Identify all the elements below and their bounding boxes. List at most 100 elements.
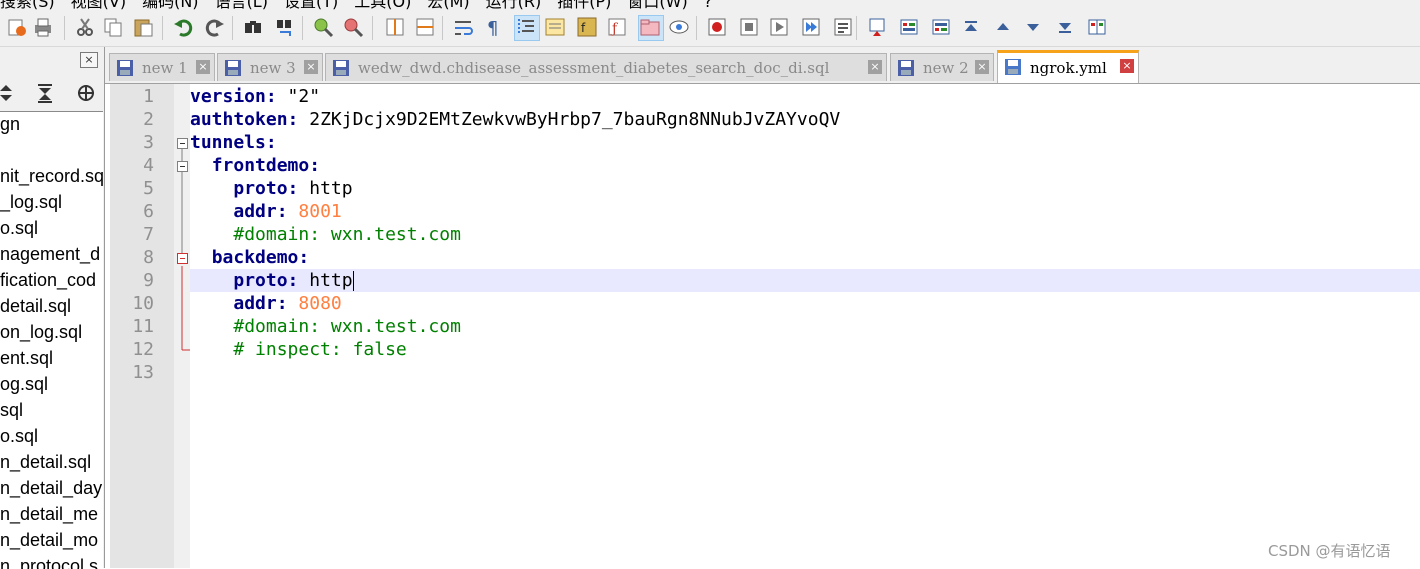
code-line[interactable]: # inspect: false xyxy=(190,338,1420,361)
code-line[interactable]: #domain: wxn.test.com xyxy=(190,315,1420,338)
file-tree-item[interactable]: sql xyxy=(0,400,23,426)
line-number: 4 xyxy=(143,155,154,176)
file-tree-item[interactable]: gn xyxy=(0,114,20,140)
redo-icon[interactable] xyxy=(204,16,226,38)
tab-new-3[interactable]: new 3 × xyxy=(217,53,323,81)
nav-first-icon[interactable] xyxy=(960,16,982,38)
yaml-key: proto xyxy=(233,178,288,199)
doc-list-icon[interactable]: ƒ xyxy=(606,16,628,38)
stop-record-icon[interactable] xyxy=(738,16,760,38)
compare-icon[interactable] xyxy=(866,16,888,38)
file-tree-item[interactable]: og.sql xyxy=(0,374,48,400)
svg-text:¶: ¶ xyxy=(487,18,498,38)
text-caret xyxy=(352,271,354,291)
zoom-out-icon[interactable] xyxy=(342,16,364,38)
yaml-value: #domain: wxn.test.com xyxy=(233,224,461,245)
run-macro-multiple-icon[interactable] xyxy=(800,16,822,38)
code-line[interactable]: frontdemo: xyxy=(190,154,1420,177)
sync-vertical-icon[interactable] xyxy=(384,16,406,38)
current-code-line[interactable]: proto: http xyxy=(190,269,1420,292)
file-tree-item[interactable]: detail.sql xyxy=(0,296,71,322)
close-tab-icon[interactable]: × xyxy=(1120,59,1134,73)
collapse-all-icon[interactable] xyxy=(36,82,54,108)
yaml-value: http xyxy=(309,270,353,291)
cut-icon[interactable] xyxy=(74,16,96,38)
print-icon[interactable] xyxy=(32,16,54,38)
open-file-icon[interactable] xyxy=(6,16,28,38)
nav-down-icon[interactable] xyxy=(1022,16,1044,38)
close-tab-icon[interactable]: × xyxy=(975,60,989,74)
compare-next-icon[interactable] xyxy=(930,16,952,38)
save-state-icon xyxy=(117,60,133,76)
file-tree-item[interactable]: o.sql xyxy=(0,218,38,244)
locate-current-file-icon[interactable] xyxy=(76,82,96,108)
compare-options-icon[interactable] xyxy=(1086,16,1108,38)
zoom-in-icon[interactable] xyxy=(312,16,334,38)
tab-new-1[interactable]: new 1 × xyxy=(109,53,215,81)
fold-toggle-tunnels[interactable] xyxy=(177,138,188,149)
toolbar-separator xyxy=(856,16,857,40)
file-tree-item[interactable]: o.sql xyxy=(0,426,38,452)
replace-icon[interactable] xyxy=(274,16,296,38)
folder-workspace-icon[interactable] xyxy=(638,15,664,41)
fold-toggle-frontdemo[interactable] xyxy=(177,161,188,172)
file-tree-item[interactable]: n_detail_mo xyxy=(0,530,98,556)
close-tab-icon[interactable]: × xyxy=(196,60,210,74)
close-tab-icon[interactable]: × xyxy=(868,60,882,74)
play-macro-icon[interactable] xyxy=(768,16,790,38)
code-text[interactable]: version: "2" authtoken: 2ZKjDcjx9D2EMtZew… xyxy=(190,84,1420,568)
file-tree-item[interactable]: nagement_d xyxy=(0,244,100,270)
fold-toggle-backdemo[interactable] xyxy=(177,253,188,264)
file-tree-item[interactable]: n_detail_day xyxy=(0,478,102,504)
copy-icon[interactable] xyxy=(102,16,124,38)
monitoring-icon[interactable] xyxy=(668,16,690,38)
editor-area[interactable]: 1 2 3 4 5 6 7 8 9 10 11 12 13 version: "2" authtoken:… xyxy=(110,84,1420,568)
file-tree-item[interactable]: _log.sql xyxy=(0,192,62,218)
code-line[interactable]: version: "2" xyxy=(190,85,1420,108)
code-line[interactable]: backdemo: xyxy=(190,246,1420,269)
line-number: 1 xyxy=(143,86,154,107)
expand-all-icon[interactable] xyxy=(0,82,14,108)
sync-horizontal-icon[interactable] xyxy=(414,16,436,38)
code-line[interactable]: #domain: wxn.test.com xyxy=(190,223,1420,246)
code-line[interactable]: tunnels: xyxy=(190,131,1420,154)
fold-margin[interactable] xyxy=(174,84,190,568)
code-line[interactable]: proto: http xyxy=(190,177,1420,200)
file-tree-item[interactable]: n_detail_me xyxy=(0,504,98,530)
code-line[interactable]: addr: 8001 xyxy=(190,200,1420,223)
close-tab-icon[interactable]: × xyxy=(304,60,318,74)
word-wrap-icon[interactable] xyxy=(452,16,474,38)
tab-wedw-dwd-chdisease-assessment-diabetes-search-doc-di-sql[interactable]: wedw_dwd.chdisease_assessment_diabetes_s… xyxy=(325,53,887,81)
find-icon[interactable] xyxy=(242,16,264,38)
file-tree-item[interactable]: n_protocol.s xyxy=(0,556,98,569)
undo-icon[interactable] xyxy=(172,16,194,38)
save-state-icon xyxy=(333,60,349,76)
file-tree-item[interactable]: ent.sql xyxy=(0,348,53,374)
nav-up-icon[interactable] xyxy=(992,16,1014,38)
file-tree-item[interactable]: n_detail.sql xyxy=(0,452,91,478)
yaml-separator: : xyxy=(287,178,310,199)
indent-guide-icon[interactable] xyxy=(514,15,540,41)
file-tree-item[interactable]: fication_cod xyxy=(0,270,96,296)
tab-new-2[interactable]: new 2 × xyxy=(890,53,994,81)
record-macro-icon[interactable] xyxy=(706,16,728,38)
compare-prev-icon[interactable] xyxy=(898,16,920,38)
code-line[interactable] xyxy=(190,361,1420,384)
code-line[interactable]: authtoken: 2ZKjDcjx9D2EMtZewkvwByHrbp7_7… xyxy=(190,108,1420,131)
panel-close-button[interactable]: × xyxy=(80,52,98,68)
fold-lines xyxy=(181,149,190,351)
paste-icon[interactable] xyxy=(132,16,154,38)
tab-ngrok-yml[interactable]: ngrok.yml × xyxy=(997,50,1139,83)
toolbar-separator xyxy=(232,16,233,40)
show-all-chars-icon[interactable]: ¶ xyxy=(482,16,504,38)
file-tree-item[interactable]: on_log.sql xyxy=(0,322,82,348)
nav-last-icon[interactable] xyxy=(1054,16,1076,38)
code-line[interactable]: addr: 8080 xyxy=(190,292,1420,315)
function-list-icon[interactable]: f xyxy=(576,16,598,38)
file-tree-item[interactable]: nit_record.sql xyxy=(0,166,103,192)
save-macro-icon[interactable] xyxy=(832,16,854,38)
doc-map-icon[interactable] xyxy=(544,16,566,38)
